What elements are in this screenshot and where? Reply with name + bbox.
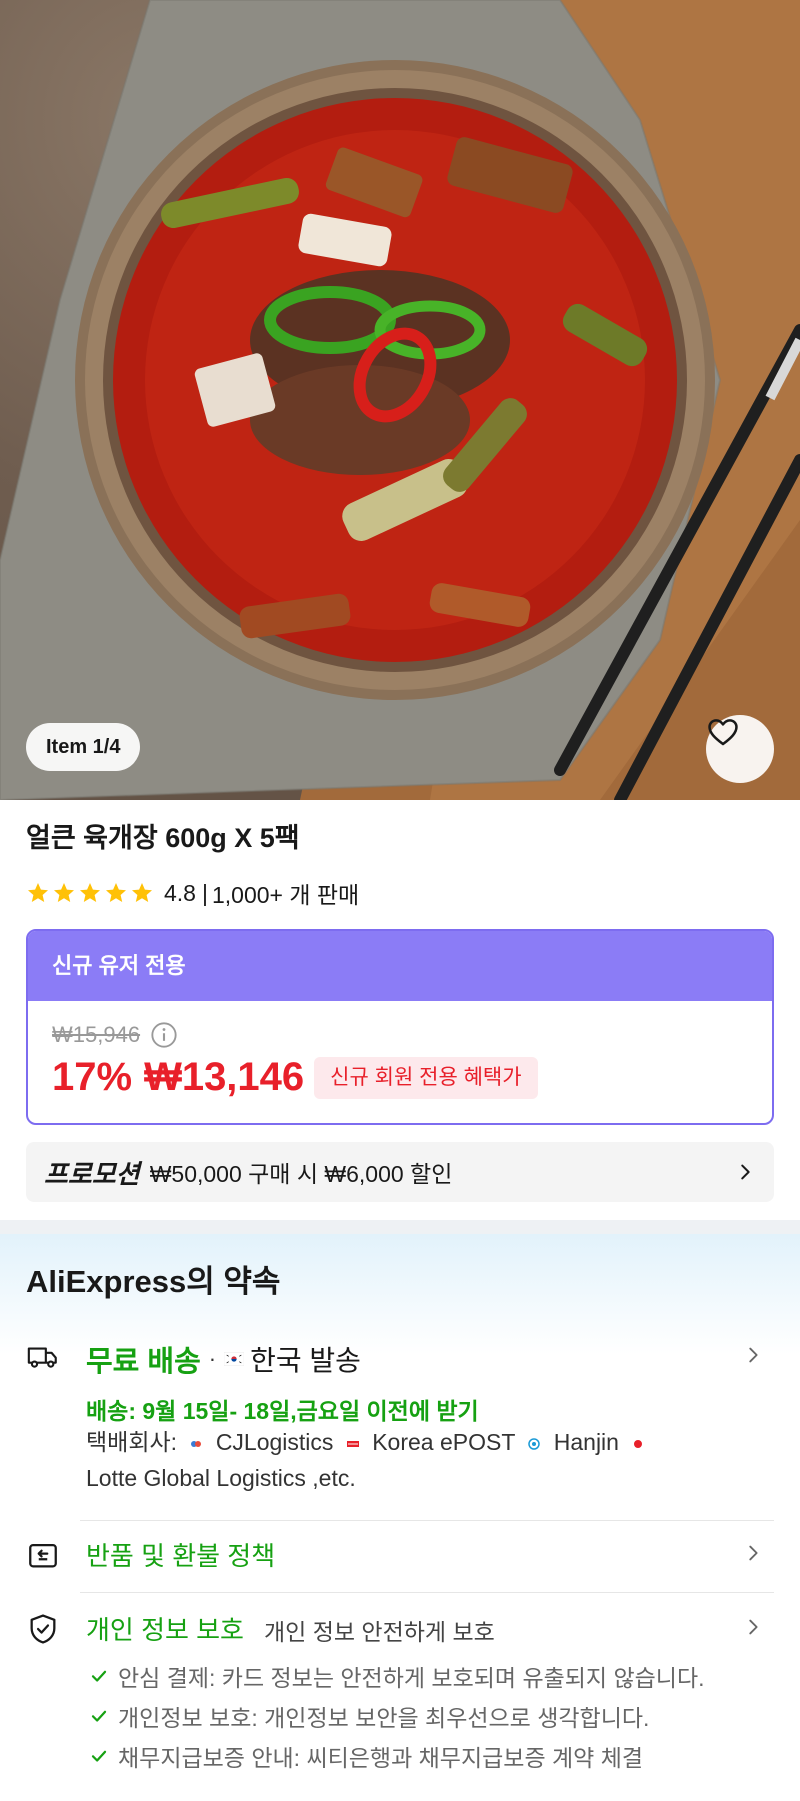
check-icon: [91, 1710, 107, 1722]
list-item: 채무지급보증 안내: 씨티은행과 채무지급보증 계약 체결: [90, 1736, 750, 1776]
rating-stars: [26, 881, 154, 905]
discount-percent: 17%: [52, 1055, 133, 1099]
new-user-offer-card[interactable]: 신규 유저 전용 ₩15,946 17% ₩13,146 신규 회원 전용 혜택…: [26, 929, 774, 1125]
privacy-item-text: 채무지급보증 안내: 씨티은행과 채무지급보증 계약 체결: [118, 1745, 644, 1771]
privacy-item-text: 안심 결제: 카드 정보는 안전하게 보호되며 유출되지 않습니다.: [118, 1665, 705, 1691]
sold-count: 1,000+ 개 판매: [211, 882, 360, 908]
ship-origin: 한국 발송: [250, 1345, 361, 1376]
star-icon: [106, 883, 126, 902]
check-icon: [91, 1750, 107, 1762]
promise-title: AliExpress의 약속: [26, 1264, 281, 1299]
heart-outline-icon: [708, 719, 738, 746]
privacy-item-text: 개인정보 보호: 개인정보 보안을 최우선으로 생각합니다.: [118, 1705, 650, 1731]
chevron-right-icon: [749, 1347, 758, 1363]
new-user-offer-header: 신규 유저 전용: [28, 931, 772, 1001]
shield-check-icon: [30, 1614, 56, 1644]
star-icon: [54, 883, 74, 902]
product-title: 얼큰 육개장 600g X 5팩: [26, 823, 300, 853]
info-icon[interactable]: [150, 1021, 178, 1049]
sale-price: ₩13,146: [144, 1055, 305, 1099]
product-image[interactable]: Item 1/4: [0, 0, 800, 800]
rating-value: 4.8: [164, 879, 196, 906]
row-divider: [80, 1520, 774, 1521]
free-shipping-label: 무료 배송: [86, 1346, 201, 1378]
star-icon: [132, 883, 152, 902]
chevron-right-icon: [749, 1545, 758, 1561]
privacy-label: 개인 정보 보호: [86, 1615, 244, 1645]
star-icon: [80, 883, 100, 902]
chevron-right-icon: [741, 1164, 750, 1180]
carriers-label: 택배회사:: [86, 1429, 178, 1455]
carrier-name: CJLogistics: [215, 1429, 334, 1455]
carrier-name: Lotte Global Logistics ,etc.: [86, 1465, 356, 1491]
image-position-badge: Item 1/4: [26, 723, 141, 771]
aliexpress-promise-section: AliExpress의 약속 무료 배송 · 한국 발송 배송: 9월 15일-…: [0, 1234, 800, 1801]
star-icon: [28, 883, 48, 902]
promotion-text: ₩50,000 구매 시 ₩6,000 할인: [149, 1161, 453, 1187]
return-box-icon: [29, 1543, 57, 1568]
privacy-description: 개인 정보 안전하게 보호: [264, 1619, 495, 1645]
original-price: ₩15,946: [52, 1022, 141, 1047]
product-photo-yukgaejang: [0, 0, 800, 800]
row-divider: [80, 1592, 774, 1593]
carrier-name: Hanjin: [553, 1429, 619, 1455]
member-price-tag: 신규 회원 전용 혜택가: [314, 1056, 538, 1099]
korea-flag-icon: [224, 1352, 245, 1366]
promotion-bar[interactable]: 프로모션 ₩50,000 구매 시 ₩6,000 할인: [26, 1142, 774, 1202]
shipping-separator: ·: [208, 1346, 217, 1371]
check-icon: [91, 1670, 107, 1682]
cj-logo-icon: [191, 1440, 202, 1447]
privacy-checklist: 안심 결제: 카드 정보는 안전하게 보호되며 유출되지 않습니다. 개인정보 …: [90, 1656, 750, 1776]
favorite-button[interactable]: [706, 715, 774, 783]
hanjin-logo-icon: [528, 1438, 541, 1450]
lotte-logo-icon: [634, 1439, 643, 1448]
section-divider: [0, 1220, 800, 1234]
list-item: 개인정보 보호: 개인정보 보안을 최우선으로 생각합니다.: [90, 1696, 750, 1736]
list-item: 안심 결제: 카드 정보는 안전하게 보호되며 유출되지 않습니다.: [90, 1656, 750, 1696]
truck-icon: [27, 1347, 57, 1368]
rating-row[interactable]: 4.8 | 1,000+ 개 판매: [26, 876, 359, 910]
promotion-label: 프로모션: [44, 1158, 140, 1189]
delivery-eta: 배송: 9월 15일- 18일,금요일 이전에 받기: [86, 1398, 479, 1424]
korea-post-logo-icon: [346, 1440, 359, 1447]
rating-separator: |: [201, 879, 208, 906]
carrier-list: 택배회사: CJLogistics Korea ePOST Hanjin Lot…: [86, 1424, 726, 1496]
chevron-right-icon: [749, 1619, 758, 1635]
return-policy-label: 반품 및 환불 정책: [86, 1541, 276, 1571]
carrier-name: Korea ePOST: [372, 1429, 515, 1455]
